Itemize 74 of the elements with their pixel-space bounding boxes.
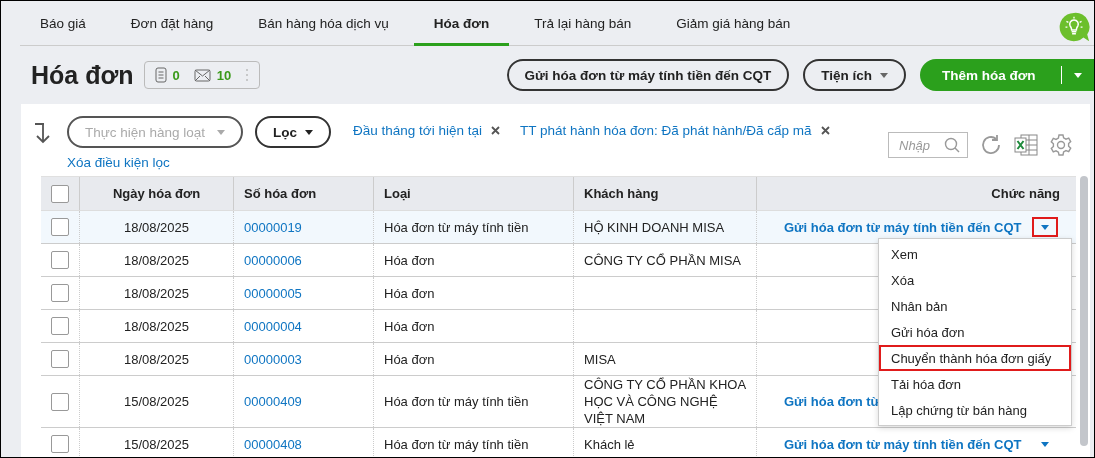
date-cell: 15/08/2025 [123, 393, 190, 410]
invoice-number-link[interactable]: 00000408 [244, 435, 302, 453]
count: 10 [216, 67, 232, 83]
column-header: Chức năng [756, 177, 1076, 210]
close-icon[interactable] [820, 126, 830, 135]
invoice-number-link[interactable]: 00000004 [244, 317, 302, 335]
column-header: Khách hàng [573, 177, 756, 210]
mail-icon [193, 68, 211, 82]
date-cell: 18/08/2025 [123, 251, 190, 269]
excel-icon[interactable] [1014, 134, 1038, 156]
customer-cell: HỘ KINH DOANH MISA [584, 218, 725, 236]
refresh-icon[interactable] [980, 134, 1002, 156]
menu-item[interactable]: Xem [879, 241, 1071, 267]
send-button[interactable]: Gửi hóa đơn từ máy tính tiền đến CQT [506, 59, 790, 91]
invoice-number-link[interactable]: 00000003 [244, 350, 302, 368]
invoice-number-link[interactable]: 00000019 [244, 218, 302, 236]
customer-cell: MISA [584, 350, 616, 368]
customer-cell: CÔNG TY CỔ PHẦN MISA [584, 251, 741, 269]
filter-chip[interactable]: Đầu tháng tới hiện tại [353, 123, 482, 138]
clear-filter-link[interactable]: Xóa điều kiện lọc [67, 155, 830, 170]
column-header: Ngày hóa đơn [79, 177, 233, 210]
row-checkbox[interactable] [51, 317, 69, 335]
date-cell: 15/08/2025 [123, 435, 190, 453]
invoice-number-link[interactable]: 00000409 [244, 393, 302, 410]
send-action-link[interactable]: Gửi hóa đơn từ máy tính tiền đến CQT [784, 435, 1022, 453]
select-all-checkbox[interactable] [51, 184, 69, 203]
filter-button[interactable]: Lọc [255, 116, 331, 148]
tab[interactable]: Hóa đơn [413, 4, 510, 46]
type-cell: Hóa đơn từ máy tính tiền [384, 393, 529, 410]
invoice-number-link[interactable]: 00000005 [244, 284, 302, 302]
date-cell: 18/08/2025 [123, 218, 190, 236]
tab[interactable]: Đơn đặt hàng [110, 4, 234, 46]
type-cell: Hóa đơn [384, 350, 435, 368]
type-cell: Hóa đơn từ máy tính tiền [384, 218, 529, 236]
search-field[interactable]: Nhập [888, 132, 968, 158]
sort-icon[interactable] [33, 122, 53, 144]
column-header: Số hóa đơn [233, 177, 373, 210]
tab[interactable]: Giảm giá hàng bán [656, 4, 811, 46]
customer-cell: Khách lẻ [584, 435, 635, 453]
type-cell: Hóa đơn [384, 284, 435, 302]
more-icon[interactable] [245, 68, 250, 82]
type-cell: Hóa đơn [384, 317, 435, 335]
type-cell: Hóa đơn từ máy tính tiền [384, 435, 529, 453]
row-checkbox[interactable] [51, 284, 69, 302]
send-action-link[interactable]: Gửi hóa đơn từ máy tính tiền đến CQT [784, 218, 1022, 236]
menu-item[interactable]: Chuyển thành hóa đơn giấy [879, 345, 1071, 371]
menu-item[interactable]: Gửi hóa đơn [879, 319, 1071, 345]
column-header: Loại [373, 177, 573, 210]
row-checkbox[interactable] [51, 392, 69, 411]
filter-chip[interactable]: TT phát hành hóa đơn: Đã phát hành/Đã cấp mã [519, 123, 812, 138]
scrollbar[interactable] [1080, 176, 1088, 446]
tab[interactable]: Trả lại hàng bán [514, 4, 652, 46]
document-icon [154, 67, 167, 83]
row-checkbox[interactable] [51, 251, 69, 269]
invoice-number-link[interactable]: 00000006 [244, 251, 302, 269]
settings-icon[interactable] [1050, 134, 1072, 156]
customer-cell: CÔNG TY CỔ PHẦN KHOA HỌC VÀ CÔNG NGHỆ VIỆT NAM [584, 376, 746, 427]
table-row[interactable]: 18/08/2025 00000019 Hóa đơn từ máy tính tiền HỘ KINH DOANH MISA Gửi hóa đơn từ máy tính tiền đến CQT [41, 211, 1076, 244]
row-checkbox[interactable] [51, 350, 69, 368]
utilities-button[interactable]: Tiện ích [803, 59, 906, 91]
date-cell: 18/08/2025 [123, 350, 190, 368]
row-checkbox[interactable] [51, 218, 69, 236]
type-cell: Hóa đơn [384, 251, 435, 269]
search-icon [944, 137, 960, 153]
table-row[interactable]: 15/08/2025 00000408 Hóa đơn từ máy tính tiền Khách lẻ Gửi hóa đơn từ máy tính tiền đến CQT [41, 428, 1076, 457]
tab[interactable]: Báo giá [20, 4, 106, 46]
page-title: Hóa đơn [31, 60, 134, 90]
tab[interactable]: Bán hàng hóa dịch vụ [238, 4, 409, 46]
count: 0 [172, 67, 180, 83]
menu-item[interactable]: Lập chứng từ bán hàng [879, 397, 1071, 423]
close-icon[interactable] [490, 126, 500, 135]
date-cell: 18/08/2025 [123, 317, 190, 335]
date-cell: 18/08/2025 [123, 284, 190, 302]
row-checkbox[interactable] [51, 435, 69, 453]
